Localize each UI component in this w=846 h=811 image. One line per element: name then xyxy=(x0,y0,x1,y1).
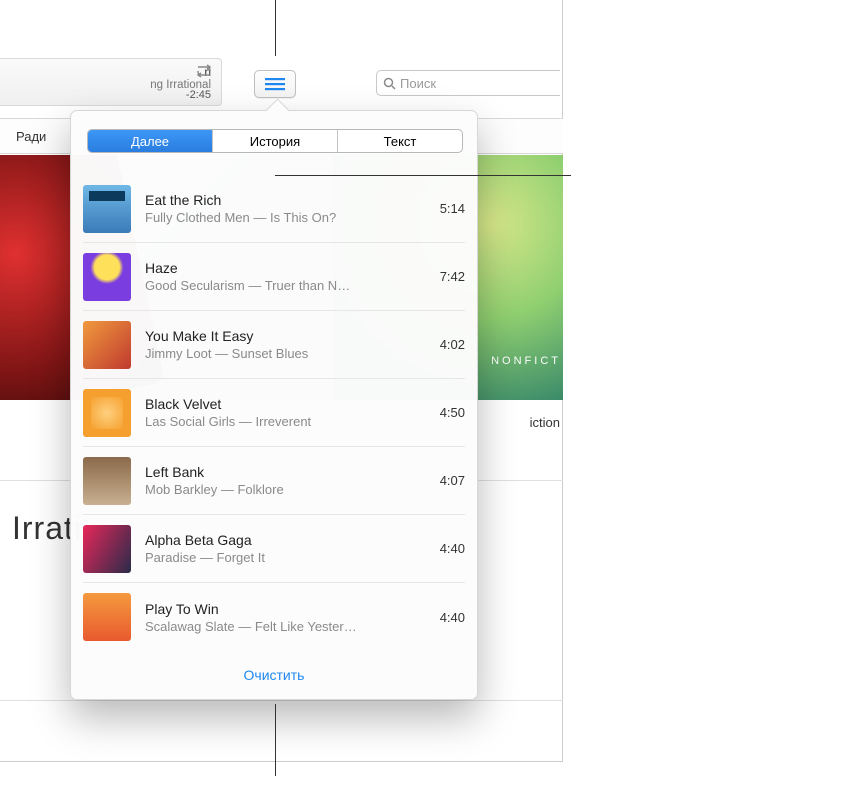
track-title: Haze xyxy=(145,260,430,276)
queue-row[interactable]: Alpha Beta Gaga Paradise — Forget It 4:40 xyxy=(83,515,465,583)
segment-next[interactable]: Далее xyxy=(88,130,212,152)
track-artwork xyxy=(83,185,131,233)
app-window: n ng Irrational -2:45 Поиск Ради NONFICT… xyxy=(0,0,563,762)
track-subtitle: Scalawag Slate — Felt Like Yester… xyxy=(145,619,430,634)
track-title: You Make It Easy xyxy=(145,328,430,344)
track-duration: 4:50 xyxy=(440,405,465,420)
queue-row[interactable]: Black Velvet Las Social Girls — Irreveren… xyxy=(83,379,465,447)
up-next-popover: Далее История Текст Eat the Rich Fully Cl… xyxy=(70,110,478,700)
divider xyxy=(0,700,563,701)
track-title: Eat the Rich xyxy=(145,192,430,208)
track-info: Eat the Rich Fully Clothed Men — Is This … xyxy=(145,192,430,225)
segment-history[interactable]: История xyxy=(212,130,337,152)
track-artwork xyxy=(83,525,131,573)
search-field[interactable]: Поиск xyxy=(376,70,560,96)
remaining-time: -2:45 xyxy=(186,89,211,101)
now-playing-subtitle: ng Irrational xyxy=(10,79,211,91)
search-icon xyxy=(383,77,396,90)
callout-line xyxy=(275,175,571,176)
queue-row[interactable]: Eat the Rich Fully Clothed Men — Is This … xyxy=(83,175,465,243)
track-duration: 4:40 xyxy=(440,610,465,625)
track-subtitle: Las Social Girls — Irreverent xyxy=(145,414,430,429)
track-duration: 5:14 xyxy=(440,201,465,216)
track-artwork xyxy=(83,389,131,437)
track-title: Play To Win xyxy=(145,601,430,617)
tab-radio[interactable]: Ради xyxy=(16,129,46,144)
track-duration: 4:02 xyxy=(440,337,465,352)
track-artwork xyxy=(83,253,131,301)
track-info: Alpha Beta Gaga Paradise — Forget It xyxy=(145,532,430,565)
search-placeholder: Поиск xyxy=(400,76,436,91)
track-title: Black Velvet xyxy=(145,396,430,412)
track-artwork xyxy=(83,593,131,641)
track-subtitle: Good Secularism — Truer than N… xyxy=(145,278,430,293)
track-duration: 7:42 xyxy=(440,269,465,284)
callout-line xyxy=(275,704,276,776)
segmented-control: Далее История Текст xyxy=(87,129,463,153)
queue-row[interactable]: Play To Win Scalawag Slate — Felt Like Ye… xyxy=(83,583,465,645)
track-title: Alpha Beta Gaga xyxy=(145,532,430,548)
queue-list: Eat the Rich Fully Clothed Men — Is This … xyxy=(83,175,465,645)
queue-row[interactable]: You Make It Easy Jimmy Loot — Sunset Blue… xyxy=(83,311,465,379)
now-playing-title: n xyxy=(10,65,211,79)
track-duration: 4:40 xyxy=(440,541,465,556)
banner-overlay-text: NONFICT xyxy=(491,355,561,367)
track-subtitle: Paradise — Forget It xyxy=(145,550,430,565)
queue-row[interactable]: Left Bank Mob Barkley — Folklore 4:07 xyxy=(83,447,465,515)
track-artwork xyxy=(83,321,131,369)
track-info: Haze Good Secularism — Truer than N… xyxy=(145,260,430,293)
track-info: Left Bank Mob Barkley — Folklore xyxy=(145,464,430,497)
track-info: You Make It Easy Jimmy Loot — Sunset Blue… xyxy=(145,328,430,361)
callout-line xyxy=(275,0,276,56)
queue-row[interactable]: Haze Good Secularism — Truer than N… 7:42 xyxy=(83,243,465,311)
track-info: Black Velvet Las Social Girls — Irreveren… xyxy=(145,396,430,429)
track-subtitle: Fully Clothed Men — Is This On? xyxy=(145,210,430,225)
track-subtitle: Jimmy Loot — Sunset Blues xyxy=(145,346,430,361)
track-artwork xyxy=(83,457,131,505)
up-next-button[interactable] xyxy=(254,70,296,98)
repeat-icon[interactable] xyxy=(195,64,213,78)
track-title: Left Bank xyxy=(145,464,430,480)
banner-caption: iction xyxy=(470,415,560,430)
track-info: Play To Win Scalawag Slate — Felt Like Ye… xyxy=(145,601,430,634)
clear-button[interactable]: Очистить xyxy=(71,667,477,683)
now-playing-lcd[interactable]: n ng Irrational -2:45 xyxy=(0,58,222,106)
track-duration: 4:07 xyxy=(440,473,465,488)
segment-lyrics[interactable]: Текст xyxy=(337,130,462,152)
track-subtitle: Mob Barkley — Folklore xyxy=(145,482,430,497)
